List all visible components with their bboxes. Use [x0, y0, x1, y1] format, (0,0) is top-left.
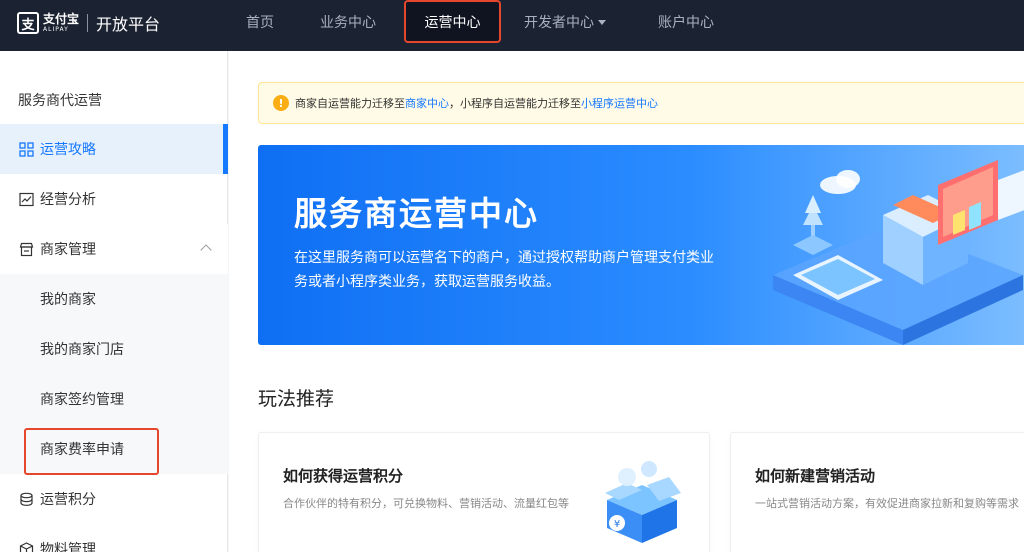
grid-icon — [18, 141, 34, 157]
card-operation-points[interactable]: 如何获得运营积分 合作伙伴的特有积分，可兑换物料、营销活动、流量红包等 ¥ — [258, 432, 710, 552]
card-new-marketing-campaign[interactable]: 如何新建营销活动 一站式营销活动方案，有效促进商家拉新和复购等需求 — [730, 432, 1024, 552]
nav-developer-center-label: 开发者中心 — [524, 14, 594, 31]
sidebar-item-label: 运营攻略 — [40, 142, 96, 158]
isometric-illustration — [773, 160, 1024, 345]
notice-text-1: 商家自运营能力迁移至 — [295, 97, 405, 110]
alipay-logo-mark: 支 — [17, 12, 39, 34]
sidebar-item-label: 商家签约管理 — [40, 392, 124, 408]
sidebar-item-business-analysis[interactable]: 经营分析 — [0, 174, 228, 224]
sidebar-item-label: 物料管理 — [40, 542, 96, 552]
sidebar-item-merchant-management[interactable]: 商家管理 — [0, 224, 228, 274]
sidebar-item-label: 商家费率申请 — [40, 442, 124, 458]
merchant-center-link[interactable]: 商家中心 — [405, 95, 449, 111]
sidebar-item-operation-points[interactable]: 运营积分 — [0, 474, 228, 524]
card-description: 合作伙伴的特有积分，可兑换物料、营销活动、流量红包等 — [283, 497, 569, 510]
sidebar-item-materials-management[interactable]: 物料管理 — [0, 524, 228, 552]
nav-operations-center[interactable]: 运营中心 — [404, 0, 501, 43]
nav-business-center[interactable]: 业务中心 — [320, 0, 376, 43]
banner-description: 在这里服务商可以运营名下的商户，通过授权帮助商户管理支付类业务或者小程序类业务，… — [294, 250, 714, 290]
hero-banner: 服务商运营中心 在这里服务商可以运营名下的商户，通过授权帮助商户管理支付类业务或… — [258, 145, 1024, 345]
sidebar-section-title: 服务商代运营 — [18, 93, 102, 109]
gift-box-coins-icon: ¥ — [605, 461, 681, 543]
chevron-up-icon — [200, 244, 212, 256]
caret-down-icon — [598, 20, 606, 25]
sidebar-subitem-my-merchant-stores[interactable]: 我的商家门店 — [0, 324, 228, 374]
logo-english-text: ALIPAY — [43, 26, 69, 33]
logo-chinese-text: 支付宝 — [43, 12, 80, 26]
card-description: 一站式营销活动方案，有效促进商家拉新和复购等需求 — [755, 497, 1019, 510]
mini-program-operations-link[interactable]: 小程序运营中心 — [581, 95, 658, 111]
store-icon — [18, 241, 34, 257]
platform-name: 开放平台 — [96, 15, 161, 34]
sidebar-subitem-merchant-fee-application[interactable]: 商家费率申请 — [0, 424, 228, 474]
top-navigation-bar: 支 支付宝 ALIPAY 开放平台 首页 业务中心 运营中心 开发者中心 账户中… — [0, 0, 1024, 51]
sidebar-subitem-my-merchants[interactable]: 我的商家 — [0, 274, 228, 324]
sidebar-item-label: 我的商家 — [40, 292, 96, 308]
box-icon — [18, 541, 34, 552]
sidebar-item-label: 运营积分 — [40, 492, 96, 508]
sidebar-item-operations-guide[interactable]: 运营攻略 — [0, 124, 228, 174]
card-title: 如何新建营销活动 — [755, 467, 876, 485]
sidebar-item-label: 我的商家门店 — [40, 342, 124, 358]
svg-text:¥: ¥ — [614, 519, 620, 530]
nav-operations-center-label: 运营中心 — [424, 14, 481, 31]
coins-icon — [18, 491, 34, 507]
banner-title: 服务商运营中心 — [294, 194, 539, 233]
card-title: 如何获得运营积分 — [283, 467, 404, 485]
nav-account-center-label: 账户中心 — [658, 14, 714, 31]
notice-text-2: ，小程序自运营能力迁移至 — [449, 97, 581, 110]
nav-home-label: 首页 — [246, 14, 274, 31]
sidebar-subitem-merchant-contracts[interactable]: 商家签约管理 — [0, 374, 228, 424]
warning-icon: ! — [273, 95, 289, 111]
sidebar: 服务商代运营 运营攻略 经营分析 商家管理 我的商家 我的商家门店 商家签约管理… — [0, 51, 228, 552]
nav-business-center-label: 业务中心 — [320, 14, 376, 31]
sidebar-item-label: 经营分析 — [40, 192, 96, 208]
logo-divider — [87, 14, 89, 32]
nav-account-center[interactable]: 账户中心 — [658, 0, 714, 43]
sidebar-item-label: 商家管理 — [40, 242, 96, 258]
alipay-logo[interactable]: 支 支付宝 ALIPAY 开放平台 — [17, 10, 160, 36]
nav-developer-center[interactable]: 开发者中心 — [524, 0, 606, 43]
section-title-recommended: 玩法推荐 — [258, 388, 335, 410]
main-content: ! 商家自运营能力迁移至 商家中心 ，小程序自运营能力迁移至 小程序运营中心 服… — [229, 51, 1024, 552]
migration-notice: ! 商家自运营能力迁移至 商家中心 ，小程序自运营能力迁移至 小程序运营中心 — [258, 82, 1024, 124]
chart-icon — [18, 191, 34, 207]
nav-home[interactable]: 首页 — [246, 0, 274, 43]
